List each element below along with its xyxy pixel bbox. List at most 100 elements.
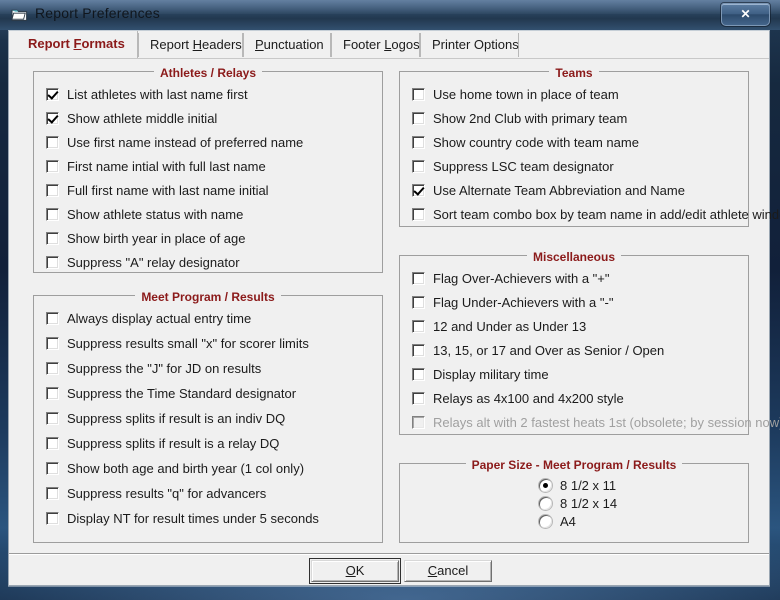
checkbox-row-athletes-8[interactable]: Suppress "A" relay designator [46,254,240,270]
radio-paper-size-1-radio-icon[interactable] [539,478,552,492]
checkbox-row-teams-6[interactable]: Sort team combo box by team name in add/… [412,206,780,222]
checkbox-row-meet-9[interactable]: Display NT for result times under 5 seco… [46,510,319,526]
checkbox-row-meet-3[interactable]: Suppress the "J" for JD on results [46,360,261,376]
checkbox-meet-7-checkbox-icon[interactable] [46,461,59,475]
checkbox-meet-8-checkbox-icon[interactable] [46,486,59,500]
checkbox-label: Suppress LSC team designator [433,158,614,174]
tab-report-headers[interactable]: Report Headers [138,33,243,57]
checkbox-meet-3-checkbox-icon[interactable] [46,361,59,375]
checkbox-athletes-7-checkbox-icon[interactable] [46,231,59,245]
checkbox-label: Show athlete status with name [67,206,244,222]
checkbox-label: Use home town in place of team [433,86,619,102]
checkbox-misc-1-checkbox-icon[interactable] [412,271,425,285]
checkbox-row-teams-5[interactable]: Use Alternate Team Abbreviation and Name [412,182,685,198]
checkbox-label: Suppress the Time Standard designator [67,385,297,401]
radio-row-paper-size-2[interactable]: 8 1/2 x 14 [539,495,617,511]
footer-bar: OK Cancel [9,557,769,585]
checkbox-misc-4-checkbox-icon[interactable] [412,343,425,357]
checkbox-label: List athletes with last name first [67,86,248,102]
radio-row-paper-size-3[interactable]: A4 [539,513,576,529]
checkbox-misc-5-checkbox-icon[interactable] [412,367,425,381]
checkbox-row-athletes-7[interactable]: Show birth year in place of age [46,230,246,246]
checkbox-misc-6-checkbox-icon[interactable] [412,391,425,405]
radio-row-paper-size-1[interactable]: 8 1/2 x 11 [539,477,616,493]
title-bar[interactable]: Report Preferences ✕ [0,0,780,30]
group-miscellaneous: Miscellaneous Flag Over-Achievers with a… [399,250,780,435]
checkbox-label: Suppress results "q" for advancers [67,485,267,501]
checkbox-athletes-6-checkbox-icon[interactable] [46,207,59,221]
checkbox-meet-2-checkbox-icon[interactable] [46,336,59,350]
checkbox-row-athletes-5[interactable]: Full first name with last name initial [46,182,269,198]
checkbox-row-meet-5[interactable]: Suppress splits if result is an indiv DQ [46,410,285,426]
checkbox-label: Suppress splits if result is an indiv DQ [67,410,286,426]
group-legend-teams: Teams [400,64,748,82]
checkbox-meet-5-checkbox-icon[interactable] [46,411,59,425]
checkbox-row-teams-2[interactable]: Show 2nd Club with primary team [412,110,627,126]
checkbox-teams-1-checkbox-icon[interactable] [412,87,425,101]
checkbox-row-misc-7: Relays alt with 2 fastest heats 1st (obs… [412,414,780,430]
checkbox-row-meet-1[interactable]: Always display actual entry time [46,310,251,326]
checkbox-label: Sort team combo box by team name in add/… [433,206,780,222]
radio-paper-size-2-radio-icon[interactable] [539,496,552,510]
cancel-button[interactable]: Cancel [404,560,492,582]
checkbox-athletes-4-checkbox-icon[interactable] [46,159,59,173]
tab-report-formats[interactable]: Report Formats [17,31,138,58]
checkbox-teams-4-checkbox-icon[interactable] [412,159,425,173]
checkbox-label: Suppress splits if result is a relay DQ [67,435,280,451]
checkbox-misc-2-checkbox-icon[interactable] [412,295,425,309]
checkbox-row-athletes-3[interactable]: Use first name instead of preferred name [46,134,303,150]
ok-button[interactable]: OK [309,558,401,584]
checkbox-row-misc-1[interactable]: Flag Over-Achievers with a "+" [412,270,609,286]
checkbox-athletes-1-checkbox-icon[interactable] [46,87,59,101]
checkbox-teams-5-checkbox-icon[interactable] [412,183,425,197]
tab-punctuation[interactable]: Punctuation [243,33,331,57]
group-legend-athletes-relays: Athletes / Relays [34,64,382,82]
checkbox-label: Relays as 4x100 and 4x200 style [433,390,624,406]
group-legend-meet-program-results: Meet Program / Results [34,288,382,306]
tab-strip: Report Formats Report Headers Punctuation F… [9,31,769,58]
tab-footer-logos[interactable]: Footer Logos [331,33,420,57]
checkbox-row-teams-4[interactable]: Suppress LSC team designator [412,158,614,174]
radio-label: 8 1/2 x 14 [560,495,618,511]
checkbox-row-athletes-1[interactable]: List athletes with last name first [46,86,248,102]
checkbox-label: Use Alternate Team Abbreviation and Name [433,182,685,198]
checkbox-row-misc-3[interactable]: 12 and Under as Under 13 [412,318,586,334]
group-athletes-relays: Athletes / Relays List athletes with las… [33,66,383,273]
checkbox-label: 13, 15, or 17 and Over as Senior / Open [433,342,665,358]
checkbox-row-misc-6[interactable]: Relays as 4x100 and 4x200 style [412,390,624,406]
checkbox-athletes-5-checkbox-icon[interactable] [46,183,59,197]
checkbox-row-misc-5[interactable]: Display military time [412,366,549,382]
checkbox-row-meet-8[interactable]: Suppress results "q" for advancers [46,485,266,501]
group-teams: Teams Use home town in place of team Show… [399,66,780,227]
checkbox-teams-6-checkbox-icon[interactable] [412,207,425,221]
checkbox-label: Relays alt with 2 fastest heats 1st (obs… [433,414,780,430]
checkbox-row-meet-6[interactable]: Suppress splits if result is a relay DQ [46,435,279,451]
checkbox-meet-1-checkbox-icon[interactable] [46,311,59,325]
checkbox-row-athletes-6[interactable]: Show athlete status with name [46,206,243,222]
checkbox-meet-4-checkbox-icon[interactable] [46,386,59,400]
checkbox-teams-2-checkbox-icon[interactable] [412,111,425,125]
checkbox-row-athletes-2[interactable]: Show athlete middle initial [46,110,217,126]
radio-label: A4 [560,513,576,529]
checkbox-misc-3-checkbox-icon[interactable] [412,319,425,333]
checkbox-row-misc-4[interactable]: 13, 15, or 17 and Over as Senior / Open [412,342,664,358]
checkbox-athletes-3-checkbox-icon[interactable] [46,135,59,149]
checkbox-athletes-2-checkbox-icon[interactable] [46,111,59,125]
close-button[interactable]: ✕ [721,3,770,26]
checkbox-label: Display NT for result times under 5 seco… [67,510,319,526]
checkbox-row-teams-1[interactable]: Use home town in place of team [412,86,619,102]
checkbox-meet-6-checkbox-icon[interactable] [46,436,59,450]
checkbox-row-meet-2[interactable]: Suppress results small "x" for scorer li… [46,335,309,351]
checkbox-row-meet-7[interactable]: Show both age and birth year (1 col only… [46,460,304,476]
tab-printer-options[interactable]: Printer Options [420,33,519,57]
checkbox-teams-3-checkbox-icon[interactable] [412,135,425,149]
checkbox-label: Suppress "A" relay designator [67,254,240,270]
checkbox-row-athletes-4[interactable]: First name intial with full last name [46,158,266,174]
checkbox-meet-9-checkbox-icon[interactable] [46,511,59,525]
checkbox-row-teams-3[interactable]: Show country code with team name [412,134,639,150]
checkbox-row-misc-2[interactable]: Flag Under-Achievers with a "-" [412,294,613,310]
group-meet-program-results: Meet Program / Results Always display ac… [33,290,383,543]
checkbox-athletes-8-checkbox-icon[interactable] [46,255,59,269]
radio-paper-size-3-radio-icon[interactable] [539,514,552,528]
checkbox-row-meet-4[interactable]: Suppress the Time Standard designator [46,385,296,401]
